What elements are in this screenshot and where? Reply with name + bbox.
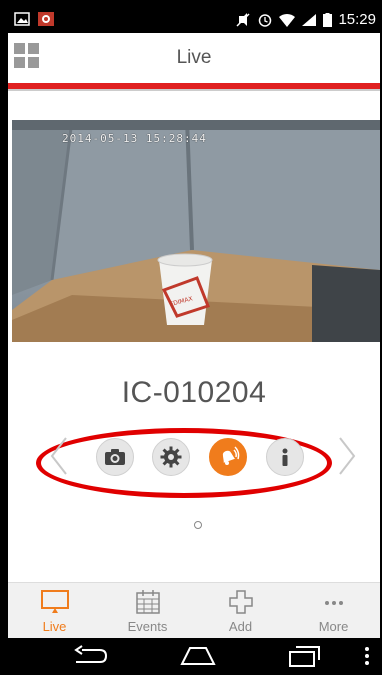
plus-icon xyxy=(228,590,253,614)
tab-events[interactable]: Events xyxy=(101,583,194,639)
tab-add[interactable]: Add xyxy=(194,583,287,639)
settings-button[interactable] xyxy=(152,438,190,476)
tab-more-label: More xyxy=(318,619,349,634)
tab-more[interactable]: More xyxy=(287,583,380,639)
battery-icon xyxy=(323,12,333,27)
image-icon xyxy=(14,12,30,26)
device-name: IC-010204 xyxy=(121,376,267,409)
home-icon[interactable] xyxy=(178,644,218,668)
back-icon[interactable] xyxy=(72,644,108,668)
alarm-icon xyxy=(259,13,272,27)
alarm-button[interactable] xyxy=(209,438,247,476)
tab-live-label: Live xyxy=(42,619,67,634)
camera-icon xyxy=(105,449,125,465)
camera-controls xyxy=(8,428,380,498)
wifi-icon xyxy=(279,13,296,27)
app-screen: 15:29 Live EDIMAX 2014-05-13 15:28:44 IC… xyxy=(8,8,380,675)
chevron-right-icon[interactable] xyxy=(332,434,362,478)
overflow-icon[interactable] xyxy=(364,644,370,668)
gear-icon xyxy=(160,446,182,468)
header-divider xyxy=(8,89,380,91)
monitor-icon xyxy=(40,590,69,613)
camera-timestamp: 2014-05-13 15:28:44 xyxy=(62,132,207,145)
info-icon xyxy=(282,448,288,466)
system-nav-bar xyxy=(8,638,380,675)
page-indicator-dot xyxy=(194,521,202,529)
page-title: Live xyxy=(176,47,212,68)
bottom-tab-bar: Live Events Add More xyxy=(8,582,380,638)
chevron-left-icon[interactable] xyxy=(44,434,74,478)
snapshot-button[interactable] xyxy=(96,438,134,476)
recents-icon[interactable] xyxy=(288,644,322,668)
calendar-icon xyxy=(135,590,160,614)
signal-icon xyxy=(302,13,317,26)
more-icon xyxy=(324,601,343,605)
tab-add-label: Add xyxy=(228,619,253,634)
status-time: 15:29 xyxy=(338,11,376,28)
status-bar: 15:29 xyxy=(8,8,380,33)
bell-icon xyxy=(222,446,240,465)
app-notification-icon xyxy=(38,12,54,26)
app-bar: Live xyxy=(8,33,380,83)
mute-icon xyxy=(236,12,250,27)
tab-live[interactable]: Live xyxy=(8,583,101,639)
info-button[interactable] xyxy=(266,438,304,476)
camera-frame-image: EDIMAX xyxy=(12,120,380,342)
tab-events-label: Events xyxy=(127,619,168,634)
camera-live-view[interactable]: EDIMAX 2014-05-13 15:28:44 xyxy=(12,120,380,342)
